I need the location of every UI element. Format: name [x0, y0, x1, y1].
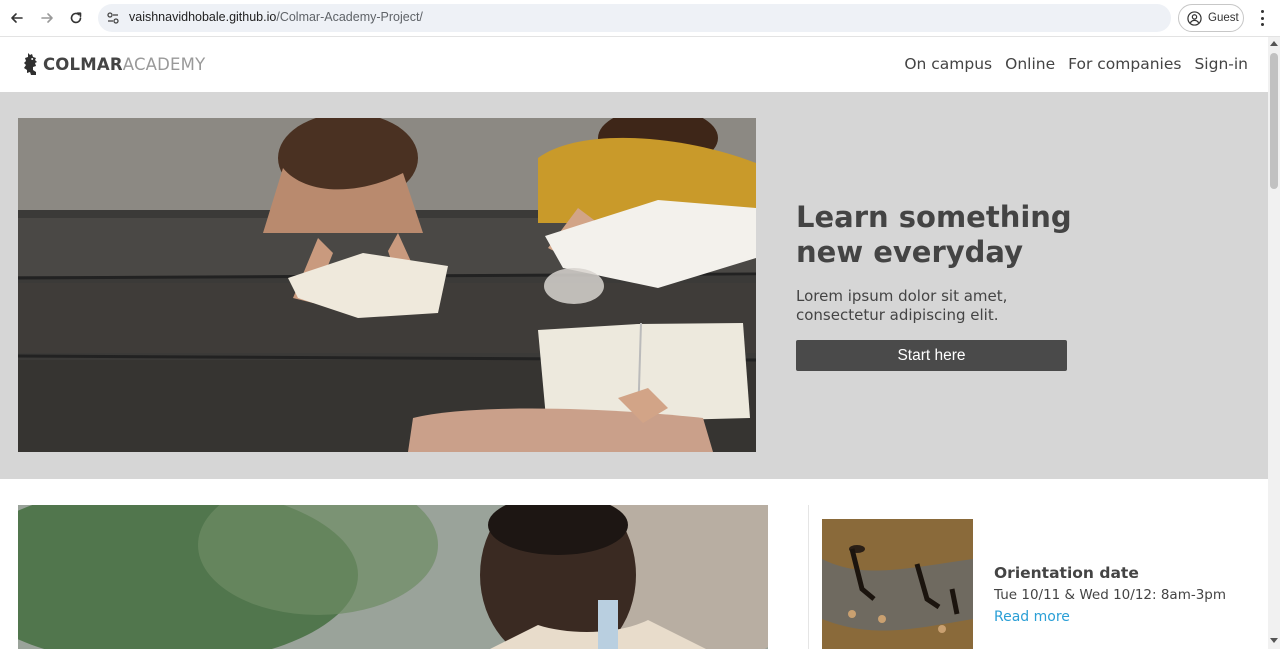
scroll-down-icon[interactable] — [1270, 638, 1278, 643]
nav-sign-in[interactable]: Sign-in — [1194, 55, 1248, 73]
web-page: COLMARACADEMY On campus Online For compa… — [0, 38, 1268, 649]
hero-section: Learn something new everyday Lorem ipsum… — [0, 92, 1268, 479]
site-info-icon[interactable] — [106, 11, 120, 25]
hero-title-line-2: new everyday — [796, 235, 1023, 269]
scroll-thumb[interactable] — [1270, 53, 1278, 189]
page-scrollbar[interactable] — [1268, 37, 1280, 649]
forward-icon[interactable] — [37, 8, 57, 28]
hero-text-line-2: consectetur adipiscing elit. — [796, 306, 999, 324]
url-text[interactable]: vaishnavidhobale.github.io/Colmar-Academ… — [129, 10, 423, 24]
main-navigation: On campus Online For companies Sign-in — [904, 55, 1248, 73]
hero-text-line-1: Lorem ipsum dolor sit amet, — [796, 287, 1008, 305]
profile-icon — [1187, 10, 1202, 26]
section-divider — [808, 505, 809, 649]
hero-title: Learn something new everyday — [796, 200, 1096, 270]
lion-logo-icon — [24, 53, 37, 75]
event-info: Orientation date Tue 10/11 & Wed 10/12: … — [994, 564, 1226, 625]
hero-title-line-1: Learn something — [796, 200, 1072, 234]
hero-copy: Learn something new everyday Lorem ipsum… — [796, 200, 1096, 371]
event-thumbnail — [822, 519, 973, 649]
site-header: COLMARACADEMY On campus Online For compa… — [0, 38, 1268, 92]
event-title: Orientation date — [994, 564, 1139, 582]
site-logo[interactable]: COLMARACADEMY — [22, 52, 205, 76]
read-more-link[interactable]: Read more — [994, 609, 1226, 625]
hero-photo — [18, 118, 756, 452]
nav-for-companies[interactable]: For companies — [1068, 55, 1181, 73]
address-bar[interactable]: vaishnavidhobale.github.io/Colmar-Academ… — [98, 4, 1171, 32]
reload-icon[interactable] — [66, 8, 86, 28]
feature-photo — [18, 505, 768, 649]
profile-label: Guest — [1208, 12, 1239, 24]
nav-online[interactable]: Online — [1005, 55, 1055, 73]
scroll-up-icon[interactable] — [1270, 41, 1278, 46]
hero-text: Lorem ipsum dolor sit amet, consectetur … — [796, 287, 1096, 325]
profile-button[interactable]: Guest — [1178, 4, 1244, 32]
event-date: Tue 10/11 & Wed 10/12: 8am-3pm — [994, 587, 1227, 603]
start-here-button[interactable]: Start here — [796, 340, 1067, 371]
browser-toolbar: vaishnavidhobale.github.io/Colmar-Academ… — [0, 0, 1280, 37]
browser-menu-icon[interactable] — [1255, 9, 1269, 27]
back-icon[interactable] — [7, 8, 27, 28]
logo-text-light: ACADEMY — [122, 54, 206, 74]
logo-text-strong: COLMAR — [43, 54, 123, 74]
url-path: /Colmar-Academy-Project/ — [276, 10, 423, 24]
url-domain: vaishnavidhobale.github.io — [129, 10, 277, 24]
nav-on-campus[interactable]: On campus — [904, 55, 992, 73]
